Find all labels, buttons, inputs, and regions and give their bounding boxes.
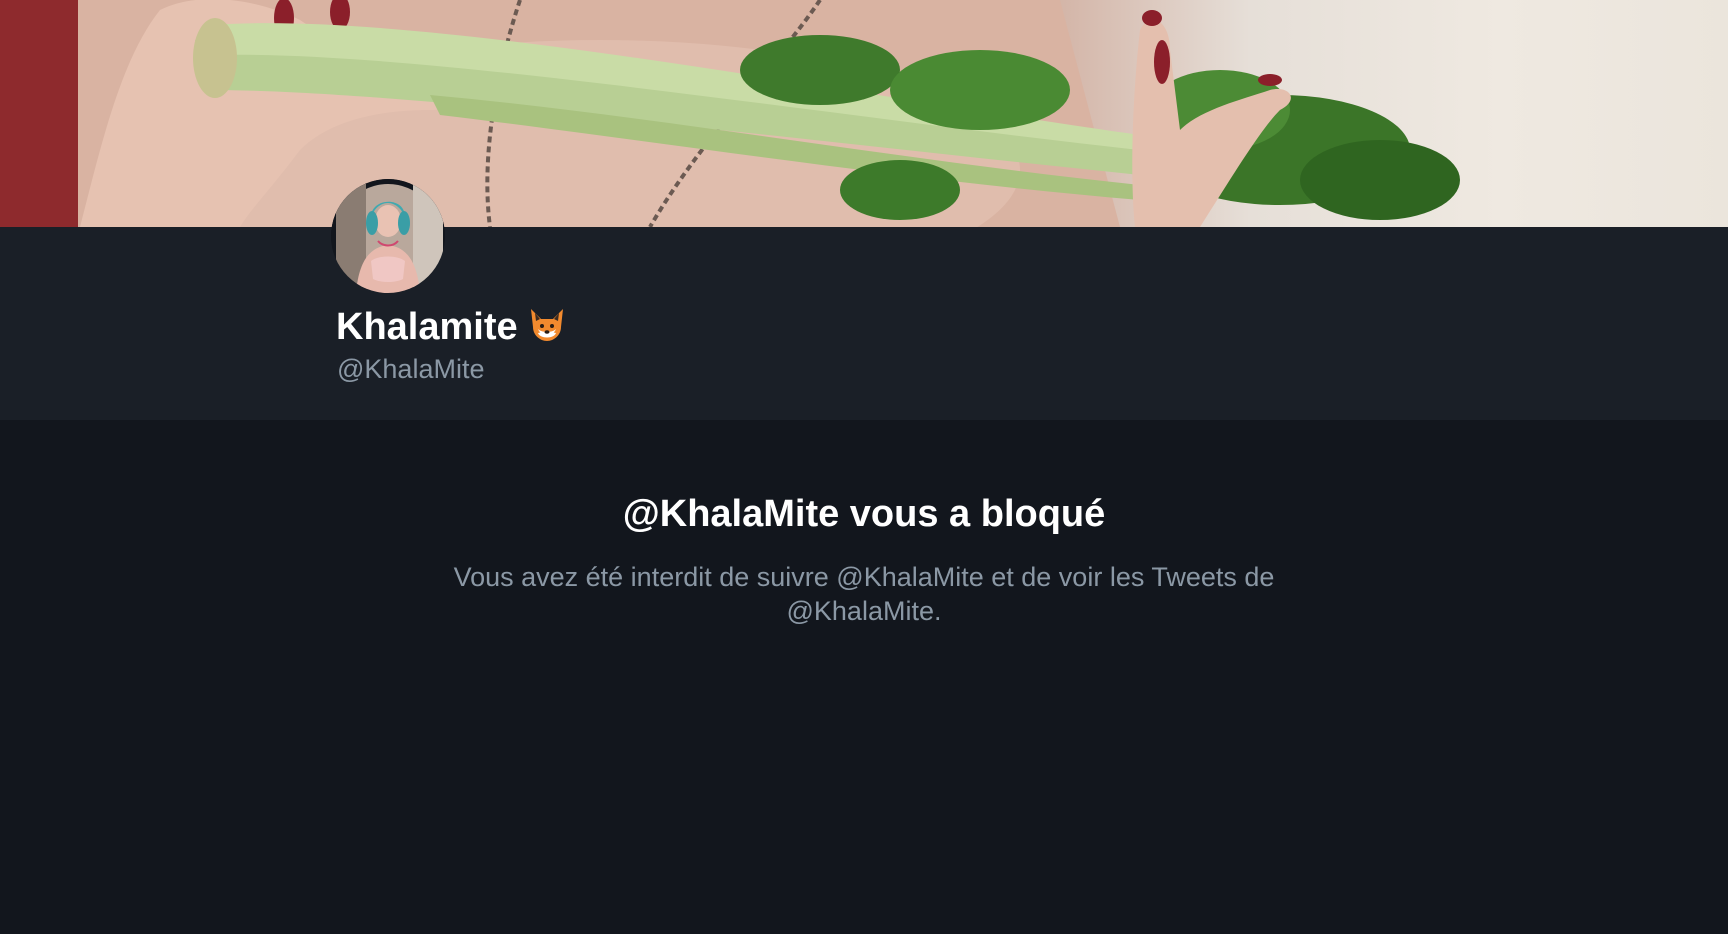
profile-banner-image[interactable] [0,0,1728,227]
profile-page: Khalamite @KhalaMite @KhalaMite vous a b… [0,0,1728,934]
banner-illustration [0,0,1460,227]
display-name-text: Khalamite [336,306,518,348]
blocked-description: Vous avez été interdit de suivre @KhalaM… [453,562,1275,626]
avatar-image [331,179,445,293]
profile-header [0,227,1728,420]
blocked-title: @KhalaMite vous a bloqué [622,493,1106,535]
profile-handle: @KhalaMite [337,354,485,384]
blocked-notice: @KhalaMite vous a bloqué Vous avez été i… [0,420,1728,628]
fox-face-icon [528,307,566,355]
profile-display-name: Khalamite [336,303,566,355]
profile-avatar[interactable] [331,179,445,293]
